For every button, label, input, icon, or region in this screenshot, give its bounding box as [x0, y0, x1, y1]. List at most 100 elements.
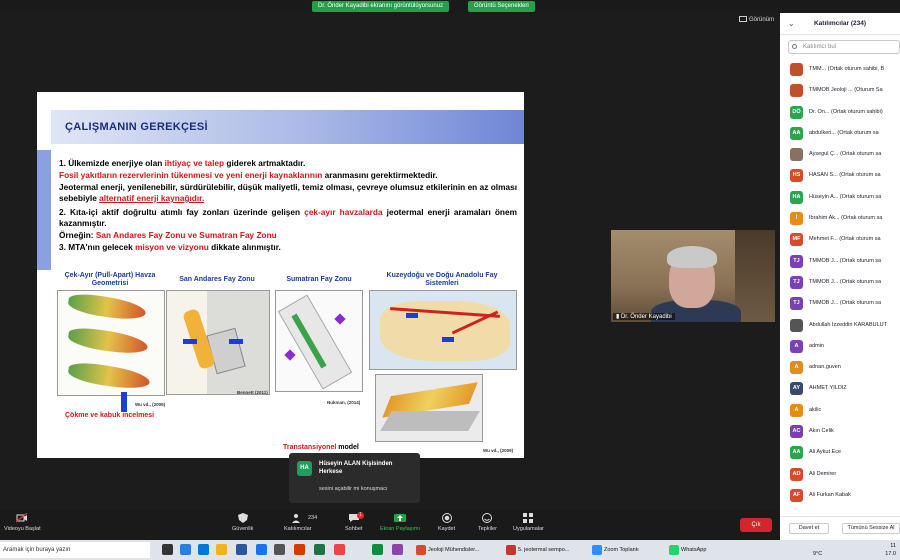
panel-header: ⌄ Katılımcılar (234) — [780, 13, 900, 35]
apps-icon — [523, 513, 534, 523]
participant-row[interactable]: AC Akın Celik — [780, 422, 900, 443]
block-diagram — [375, 374, 483, 442]
participant-row[interactable]: AA Ali Aykut Ece — [780, 443, 900, 464]
participant-row[interactable]: AD Ali Demirer — [780, 465, 900, 486]
start-video-label: Videoyu Başlat — [4, 526, 41, 532]
excel-icon[interactable] — [372, 544, 383, 555]
speaker-video[interactable]: ▮ Dr. Önder Kayadibi — [611, 230, 775, 322]
participant-row[interactable]: TJ TMMOB J... (Ortak oturum sa — [780, 273, 900, 294]
record-button[interactable]: Kaydet — [438, 513, 455, 532]
participant-row[interactable]: HA Hüseyin A... (Ortak oturum sa — [780, 188, 900, 209]
participant-name: AHMET YILDIZ — [809, 385, 847, 392]
participant-row[interactable]: TMM... (Ortak oturum sahibi, B — [780, 60, 900, 81]
invite-button[interactable]: Davet et — [789, 523, 829, 534]
figure-1-label: Çek-Ayır (Pull-Apart) Havza Geometrisi — [64, 272, 156, 287]
participant-name: TMMOB Jeoloji ... (Oturum Sa — [809, 87, 883, 94]
panel-title: Katılımcılar (234) — [813, 20, 867, 27]
participant-row[interactable]: TMMOB Jeoloji ... (Oturum Sa — [780, 81, 900, 102]
share-screen-button[interactable]: Ekran Paylaşımı — [380, 513, 420, 532]
participant-row[interactable]: AY AHMET YILDIZ — [780, 379, 900, 400]
participant-row[interactable]: Aysegul Ç... (Ortak oturum sa — [780, 145, 900, 166]
view-options-button[interactable]: Görüntü Seçenekleri — [468, 1, 535, 12]
folder-icon[interactable] — [216, 544, 227, 555]
settings-icon[interactable] — [274, 544, 285, 555]
leave-button[interactable]: Çık — [740, 518, 772, 532]
word-icon[interactable] — [236, 544, 247, 555]
chat-button[interactable]: Sohbet 1 — [345, 512, 364, 532]
participant-row[interactable]: Aakilic — [780, 401, 900, 422]
chat-label: Sohbet — [345, 526, 363, 532]
participant-name: abdulkeri... (Ortak oturum sa — [809, 129, 879, 136]
panel-footer: Davet et Tümünü Sessize Al — [780, 516, 900, 540]
participant-row[interactable]: AA abdulkeri... (Ortak oturum sa — [780, 124, 900, 145]
edge-icon[interactable] — [256, 544, 267, 555]
participants-button[interactable]: Katılımcılar 234 — [284, 513, 317, 532]
security-label: Güvenlik — [232, 526, 254, 532]
speaker-hair — [667, 246, 717, 268]
participant-row[interactable]: İ İbrahim Ak... (Ortak oturum sa — [780, 209, 900, 230]
participant-avatar: AF — [790, 488, 803, 502]
participant-row[interactable]: Abdullah İzzeddin KARABULUT — [780, 316, 900, 337]
participant-name: Akın Celik — [809, 428, 834, 435]
chat-notification[interactable]: HA Hüseyin ALAN Kişisinden Herkese sesin… — [289, 453, 420, 503]
security-button[interactable]: Güvenlik — [232, 513, 253, 532]
system-tray: 9°C 11 17.0 — [813, 542, 896, 558]
participant-avatar: AA — [790, 446, 803, 460]
participant-avatar — [790, 84, 803, 98]
participant-avatar: TJ — [790, 275, 803, 289]
participant-row[interactable]: TJ TMMOB J... (Ortak oturum sa — [780, 294, 900, 315]
participant-row[interactable]: Aadmin — [780, 337, 900, 358]
participant-name: TMMOB J... (Ortak oturum sa — [809, 278, 882, 285]
san-andreas-map — [166, 290, 270, 395]
participant-row[interactable]: HS HASAN S... (Ortak oturum sa — [780, 166, 900, 187]
participant-avatar: AD — [790, 467, 803, 481]
top-bar: Dr. Önder Kayadibi ekranını görüntülüyor… — [0, 0, 900, 13]
apps-button[interactable]: Uygulamalar — [513, 513, 544, 532]
view-button[interactable]: Görünüm — [738, 16, 774, 23]
view-button-label: Görünüm — [748, 17, 774, 23]
participant-row[interactable]: AF Ali Furkan Kabak — [780, 486, 900, 507]
search-placeholder: Katılımcı bul — [803, 44, 837, 50]
search-icon — [792, 44, 797, 49]
participant-row[interactable]: DÖ Dr. Ön... (Ortak oturum sahibi) — [780, 103, 900, 124]
taskbar-app[interactable]: Jeoloji Mühendisler... — [414, 542, 502, 558]
taskbar-search[interactable]: Aramak için buraya yazın — [0, 542, 150, 558]
participant-row[interactable]: Aadnan.guven — [780, 358, 900, 379]
participant-name: akilic — [809, 406, 822, 413]
participant-avatar: AY — [790, 382, 803, 396]
browser-icon[interactable] — [180, 544, 191, 555]
participant-avatar — [790, 63, 803, 76]
start-video-button[interactable]: Videoyu Başlat — [4, 513, 41, 532]
meeting-toolbar: Videoyu Başlat Güvenlik Katılımcılar 234… — [0, 510, 780, 540]
reactions-button[interactable]: Tepkiler — [478, 513, 497, 532]
participant-row[interactable]: TJ TMMOB J... (Ortak oturum sa — [780, 252, 900, 273]
participant-avatar: A — [790, 339, 803, 353]
participant-row[interactable]: MF Mehmet F... (Ortak oturum sa — [780, 230, 900, 251]
participant-avatar: A — [790, 403, 803, 417]
store-icon[interactable] — [198, 544, 209, 555]
participant-avatar: A — [790, 361, 803, 375]
taskbar-app[interactable]: Zoom Toplantı — [590, 542, 664, 558]
participant-avatar: TJ — [790, 297, 803, 311]
shared-slide: ÇALIŞMANIN GEREKÇESİ 1. Ülkemizde enerji… — [37, 92, 524, 458]
slide-point-1c: Jeotermal enerji, yenilenebilir, sürdürü… — [59, 182, 517, 203]
taskbar-app-label: Zoom Toplantı — [604, 547, 639, 553]
video-off-icon — [16, 513, 28, 523]
participant-list: TMM... (Ortak oturum sahibi, B TMMOB Jeol… — [780, 60, 900, 507]
mute-all-button[interactable]: Tümünü Sessize Al — [842, 523, 900, 534]
taskbar-app[interactable]: WhatsApp — [667, 542, 731, 558]
apps-label: Uygulamalar — [513, 526, 544, 532]
clock[interactable]: 11 17.0 — [885, 542, 896, 558]
slide-accent-bar — [37, 150, 51, 270]
teams-icon[interactable] — [314, 544, 325, 555]
participants-label: Katılımcılar — [284, 526, 312, 532]
task-view-icon[interactable] — [162, 544, 173, 555]
app-icon[interactable] — [392, 544, 403, 555]
windows-taskbar: Aramak için buraya yazın Jeoloji Mühendi… — [0, 540, 900, 560]
media-icon[interactable] — [334, 544, 345, 555]
participant-search-input[interactable]: Katılımcı bul — [788, 40, 900, 54]
taskbar-app[interactable]: 5. jeotermal sempo... — [504, 542, 588, 558]
record-icon — [441, 513, 452, 523]
anatolia-map — [369, 290, 517, 370]
powerpoint-icon[interactable] — [294, 544, 305, 555]
